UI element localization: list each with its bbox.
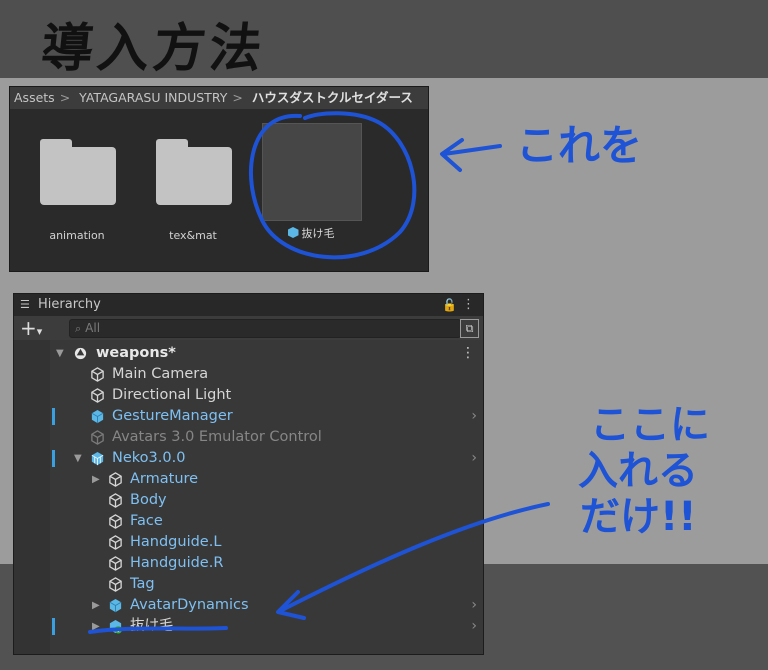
underline-highlight: [88, 626, 228, 634]
annotation-this: これを: [516, 121, 643, 170]
annotation-ink-layer: [88, 111, 550, 634]
circle-highlight: [249, 111, 417, 260]
arrowhead-icon: [440, 138, 464, 172]
annotation-line3: だけ!!: [580, 494, 697, 540]
arrow-to-hierarchy: [280, 502, 550, 612]
